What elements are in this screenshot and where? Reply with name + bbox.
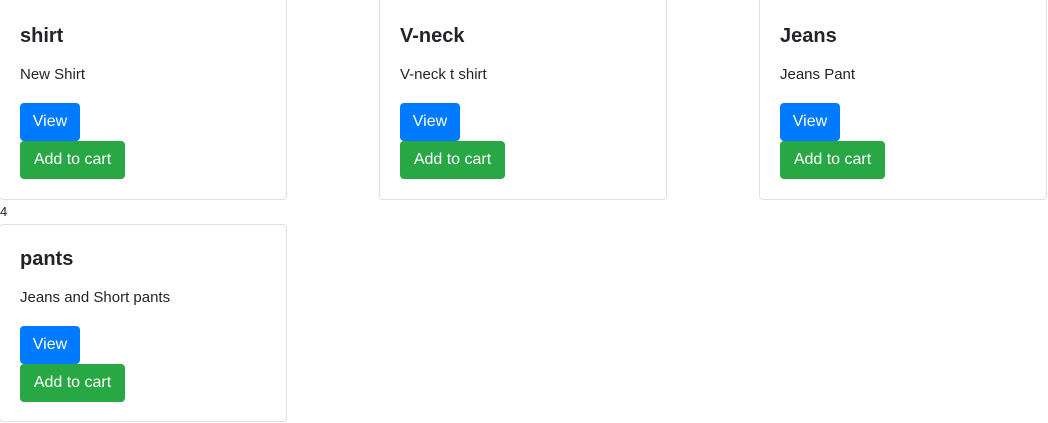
product-description: Jeans and Short pants xyxy=(20,289,171,306)
product-title: Jeans xyxy=(780,25,837,47)
product-title: pants xyxy=(20,248,74,270)
product-title: V-neck xyxy=(400,25,465,47)
add-to-cart-button[interactable]: Add to cart xyxy=(780,141,885,179)
product-grid: shirt New Shirt View Add to cart V-neck … xyxy=(0,0,1048,423)
product-card: Jeans Jeans Pant View Add to cart xyxy=(759,0,1047,200)
product-card: pants Jeans and Short pants View Add to … xyxy=(0,224,287,422)
product-description: New Shirt xyxy=(20,66,86,83)
add-to-cart-button[interactable]: Add to cart xyxy=(20,364,125,402)
view-button[interactable]: View xyxy=(400,103,460,141)
product-description: V-neck t shirt xyxy=(400,66,487,83)
view-button[interactable]: View xyxy=(780,103,840,141)
product-card: shirt New Shirt View Add to cart xyxy=(0,0,287,200)
add-to-cart-button[interactable]: Add to cart xyxy=(20,141,125,179)
row-index-label: 4 xyxy=(0,204,8,219)
product-description: Jeans Pant xyxy=(780,66,856,83)
product-card: V-neck V-neck t shirt View Add to cart xyxy=(379,0,667,200)
product-title: shirt xyxy=(20,25,64,47)
add-to-cart-button[interactable]: Add to cart xyxy=(400,141,505,179)
view-button[interactable]: View xyxy=(20,326,80,364)
view-button[interactable]: View xyxy=(20,103,80,141)
